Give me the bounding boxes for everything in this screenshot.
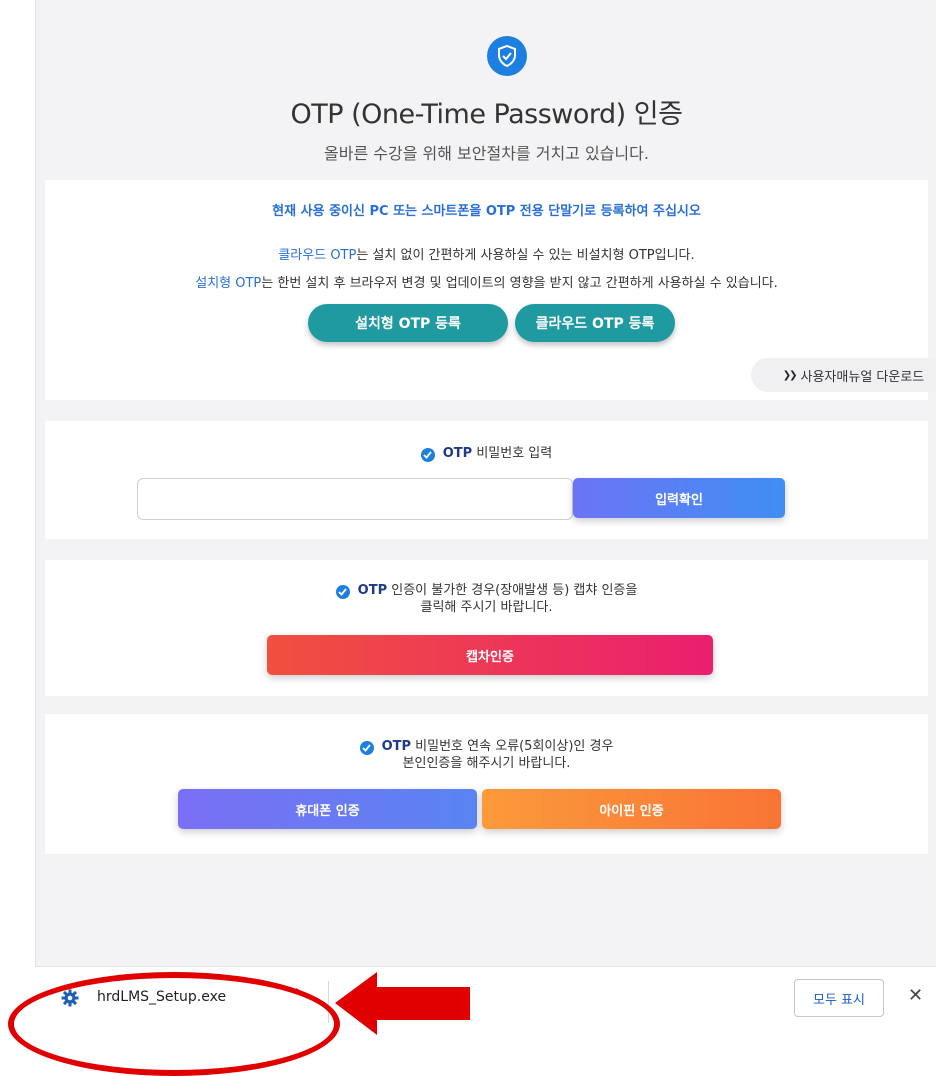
annotation-red-arrow xyxy=(335,972,470,1035)
cloud-otp-term: 클라우드 OTP xyxy=(278,248,357,263)
captcha-auth-button[interactable]: 캡차인증 xyxy=(267,635,713,675)
install-otp-register-button[interactable]: 설치형 OTP 등록 xyxy=(308,304,508,342)
otp-entry-label: OTP 비밀번호 입력 xyxy=(45,445,928,462)
register-headline: 현재 사용 중이신 PC 또는 스마트폰을 OTP 전용 단말기로 등록하여 주… xyxy=(272,204,701,219)
double-arrow-icon: ❯❯ xyxy=(782,369,798,381)
otp-entry-card: OTP 비밀번호 입력 입력확인 xyxy=(45,421,928,539)
page-title: OTP (One-Time Password) 인증 xyxy=(290,99,683,130)
close-icon[interactable]: ✕ xyxy=(908,985,923,1006)
shield-check-icon xyxy=(487,36,527,76)
otp-confirm-button[interactable]: 입력확인 xyxy=(573,478,785,518)
otp-word: OTP xyxy=(357,583,388,598)
otp-word: OTP xyxy=(381,739,412,754)
cloud-otp-text: 는 설치 없이 간편하게 사용하실 수 있는 비설치형 OTP입니다. xyxy=(356,248,695,263)
captcha-label-line2: 클릭해 주시기 바랍니다. xyxy=(420,600,553,615)
identity-card: OTP 비밀번호 연속 오류(5회이상)인 경우 본인인증을 해주시기 바랍니다… xyxy=(45,714,928,854)
left-edge xyxy=(0,0,35,1035)
cloud-otp-description: 클라우드 OTP는 설치 없이 간편하게 사용하실 수 있는 비설치형 OTP입… xyxy=(45,244,928,263)
cloud-otp-register-button[interactable]: 클라우드 OTP 등록 xyxy=(515,304,675,342)
otp-register-card: 현재 사용 중이신 PC 또는 스마트폰을 OTP 전용 단말기로 등록하여 주… xyxy=(45,180,936,400)
annotation-red-oval xyxy=(8,972,340,1076)
identity-label: OTP 비밀번호 연속 오류(5회이상)인 경우 본인인증을 해주시기 바랍니다… xyxy=(45,738,928,772)
identity-label-line1: 비밀번호 연속 오류(5회이상)인 경우 xyxy=(411,739,614,754)
ipin-auth-button[interactable]: 아이핀 인증 xyxy=(482,789,781,829)
otp-password-input[interactable] xyxy=(137,478,573,520)
install-otp-text: 는 한번 설치 후 브라우저 변경 및 업데이트의 영향을 받지 않고 간편하게… xyxy=(261,276,778,291)
page-subtitle: 올바른 수강을 위해 보안절차를 거치고 있습니다. xyxy=(324,144,649,163)
captcha-card: OTP 인증이 불가한 경우(장애발생 등) 캡챠 인증을 클릭해 주시기 바랍… xyxy=(45,560,928,696)
phone-auth-button[interactable]: 휴대폰 인증 xyxy=(178,789,477,829)
captcha-label-line1: 인증이 불가한 경우(장애발생 등) 캡챠 인증을 xyxy=(387,583,638,598)
manual-download-label: 사용자매뉴얼 다운로드 xyxy=(800,369,925,385)
check-circle-icon xyxy=(359,741,374,755)
check-circle-icon xyxy=(335,585,350,599)
otp-entry-label-text: 비밀번호 입력 xyxy=(472,446,553,461)
otp-page: OTP (One-Time Password) 인증 올바른 수강을 위해 보안… xyxy=(35,0,936,966)
install-otp-description: 설치형 OTP는 한번 설치 후 브라우저 변경 및 업데이트의 영향을 받지 … xyxy=(45,272,928,291)
install-otp-term: 설치형 OTP xyxy=(195,276,262,291)
identity-label-line2: 본인인증을 해주시기 바랍니다. xyxy=(402,756,571,771)
manual-download-button[interactable]: ❯❯ 사용자매뉴얼 다운로드 xyxy=(751,358,936,392)
captcha-label: OTP 인증이 불가한 경우(장애발생 등) 캡챠 인증을 클릭해 주시기 바랍… xyxy=(45,582,928,616)
check-circle-icon xyxy=(420,448,435,462)
show-all-button[interactable]: 모두 표시 xyxy=(794,979,884,1017)
otp-word: OTP xyxy=(442,446,473,461)
